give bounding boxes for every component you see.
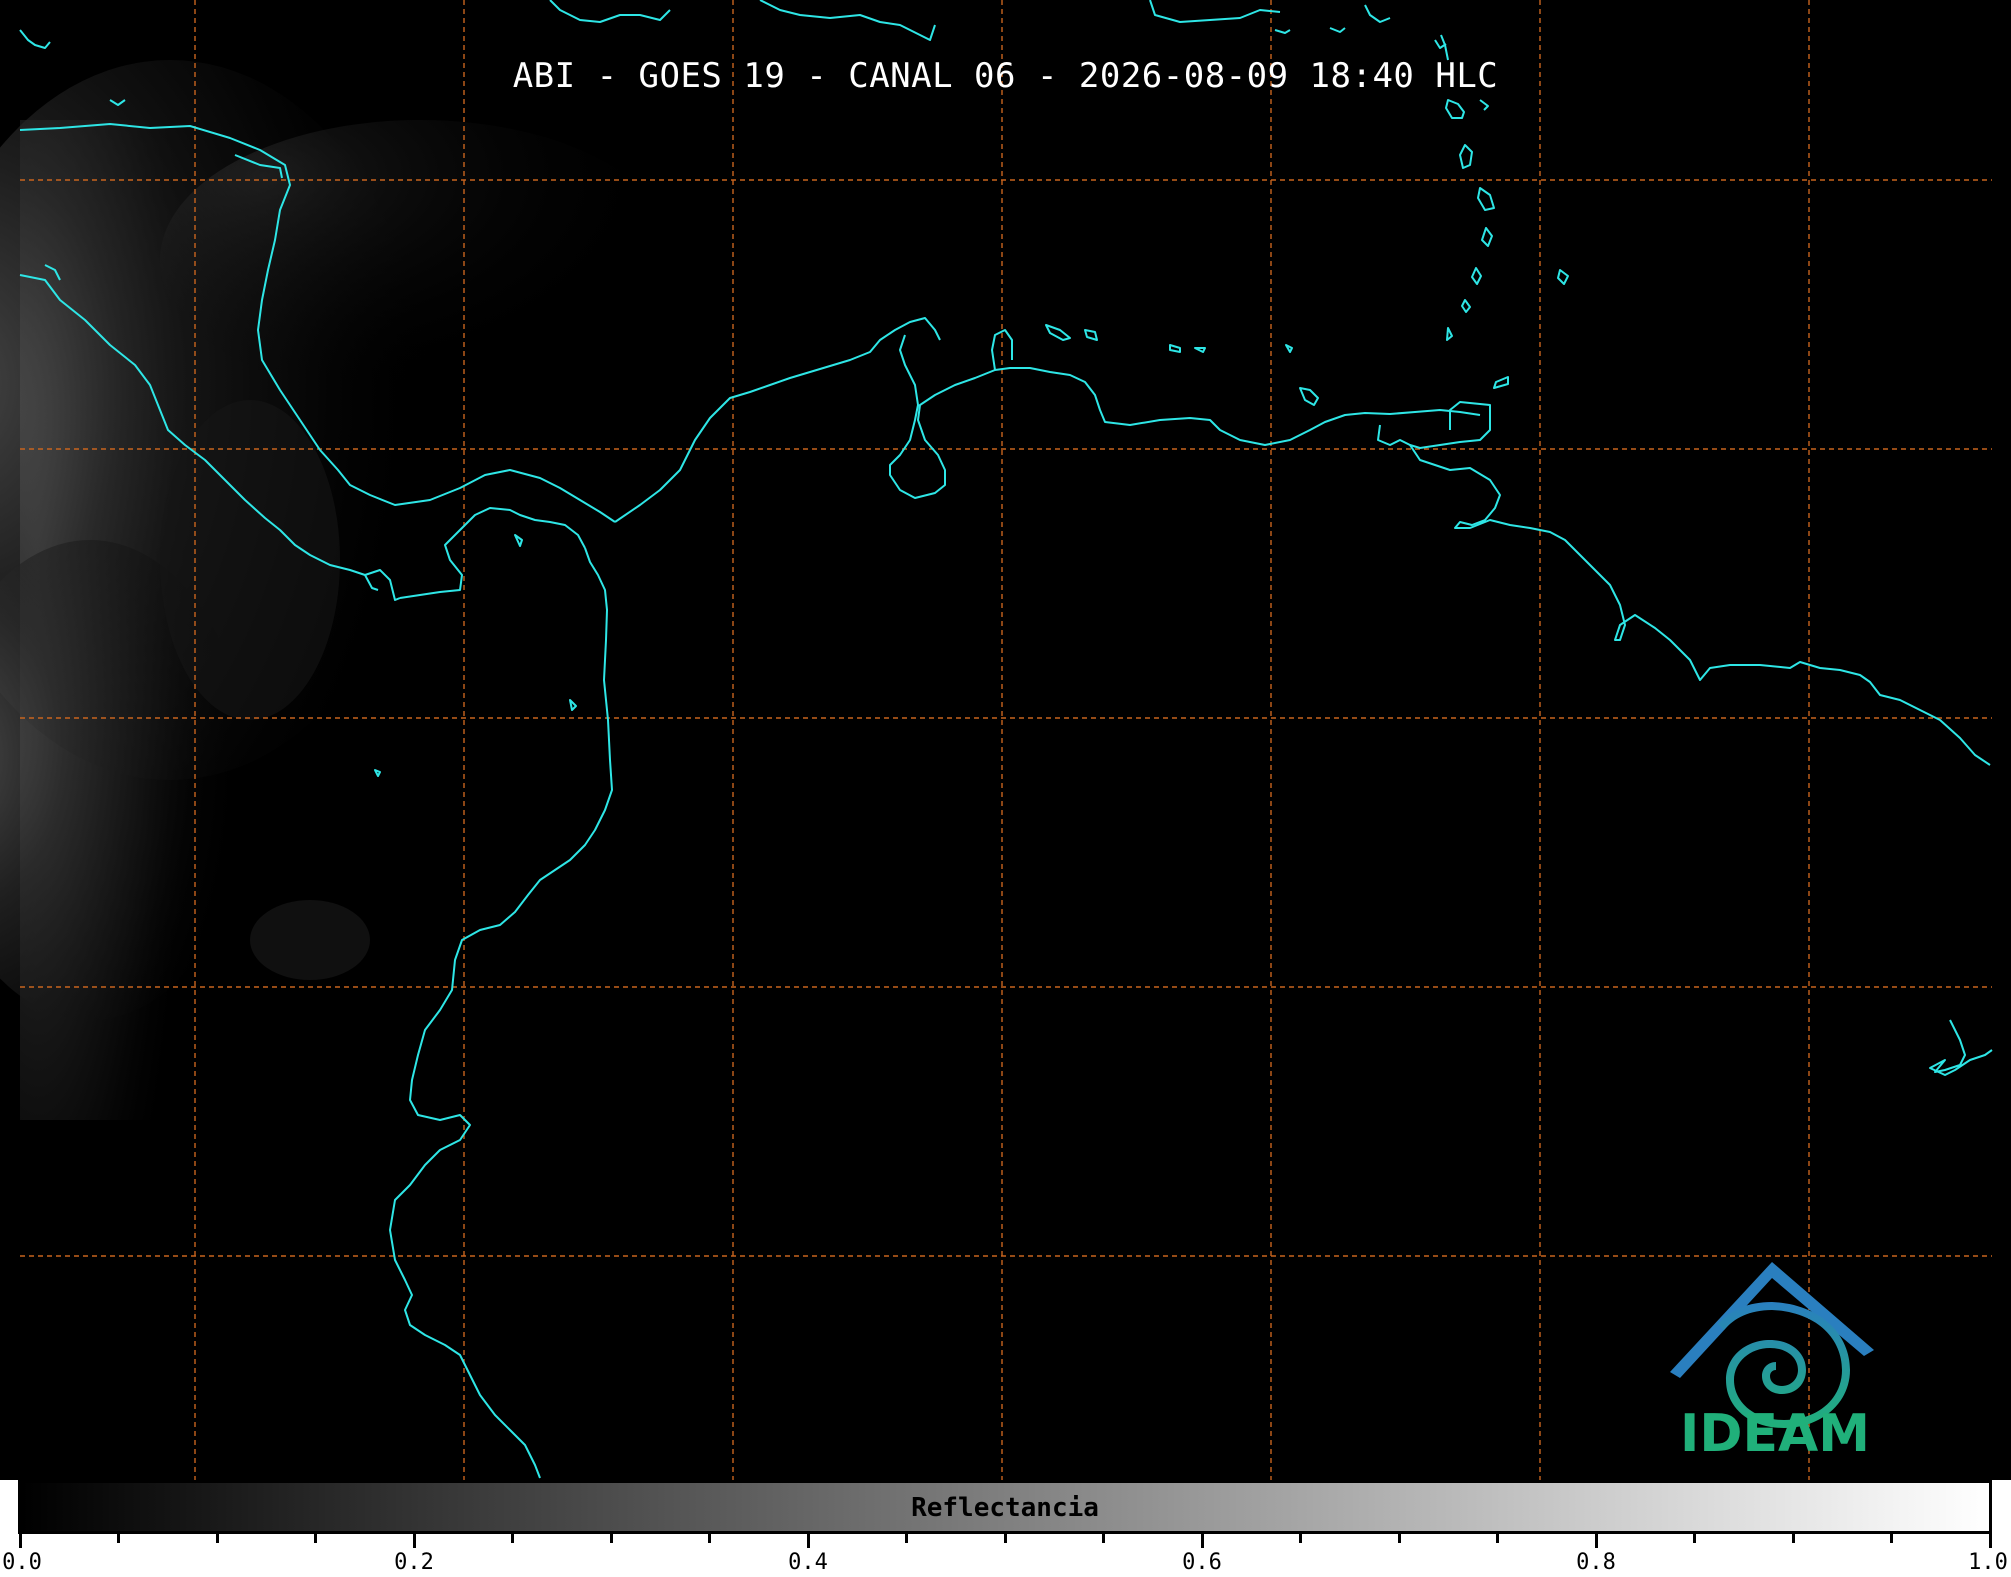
- colorbar-minor-tick: [1299, 1534, 1302, 1543]
- colorbar-tick-label: 0.4: [788, 1550, 828, 1575]
- colorbar-minor-tick: [1693, 1534, 1696, 1543]
- colorbar-tick-label: 0.0: [2, 1550, 42, 1575]
- colorbar-minor-tick: [314, 1534, 317, 1543]
- colorbar-minor-tick: [905, 1534, 908, 1543]
- colorbar-minor-tick: [511, 1534, 514, 1543]
- colorbar-major-tick: [806, 1534, 810, 1548]
- map-title: ABI - GOES 19 - CANAL 06 - 2026-08-09 18…: [512, 56, 1499, 96]
- satellite-image-panel: ABI - GOES 19 - CANAL 06 - 2026-08-09 18…: [0, 0, 2011, 1480]
- colorbar-minor-tick: [1791, 1534, 1795, 1543]
- colorbar-tick-label: 1.0: [1968, 1550, 2008, 1575]
- colorbar-minor-tick: [117, 1534, 120, 1543]
- colorbar-minor-tick: [609, 1534, 613, 1543]
- colorbar-major-tick: [412, 1534, 416, 1548]
- colorbar-minor-tick: [1890, 1534, 1893, 1543]
- colorbar-minor-tick: [1003, 1534, 1007, 1543]
- ideam-logo: IDEAM: [1660, 1252, 1890, 1472]
- colorbar-minor-tick: [1397, 1534, 1401, 1543]
- logo-text: IDEAM: [1679, 1404, 1871, 1464]
- colorbar-major-tick: [1594, 1534, 1598, 1548]
- colorbar-minor-tick: [708, 1534, 711, 1543]
- colorbar-tick-label: 0.6: [1182, 1550, 1222, 1575]
- colorbar-ticks: 0.0 0.2 0.4 0.6 0.8 1.0: [0, 1534, 2011, 1577]
- colorbar-major-tick: [1988, 1534, 1992, 1548]
- colorbar-label: Reflectancia: [911, 1493, 1099, 1523]
- colorbar-tick-label: 0.8: [1576, 1550, 1616, 1575]
- colorbar-tick-label: 0.2: [394, 1550, 434, 1575]
- colorbar-major-tick: [18, 1534, 22, 1548]
- colorbar-minor-tick: [1496, 1534, 1499, 1543]
- colorbar-minor-tick: [1102, 1534, 1105, 1543]
- colorbar: Reflectancia: [18, 1480, 1992, 1534]
- colorbar-minor-tick: [215, 1534, 219, 1543]
- colorbar-major-tick: [1200, 1534, 1204, 1548]
- cloud-imagery: [0, 60, 680, 1120]
